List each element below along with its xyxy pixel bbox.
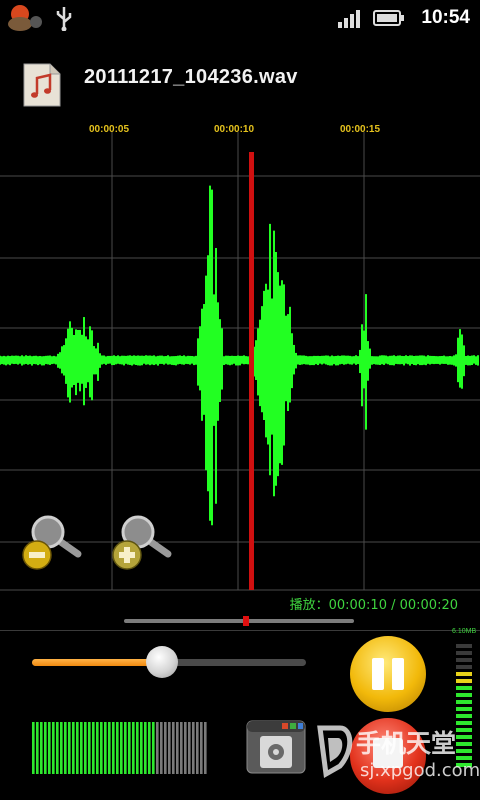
position-scrubber[interactable] xyxy=(124,619,354,623)
zoom-in-button[interactable] xyxy=(108,514,176,574)
divider xyxy=(0,630,480,631)
zoom-in-icon xyxy=(112,515,172,570)
save-button[interactable] xyxy=(246,720,306,774)
storage-size-label: 6.10MB xyxy=(452,628,477,635)
playhead-line[interactable] xyxy=(249,152,254,590)
usb-icon xyxy=(56,7,72,31)
file-name: 20111217_104236.wav xyxy=(84,66,298,88)
vu-meter xyxy=(456,644,472,767)
watermark-logo xyxy=(317,725,353,779)
signal-icon xyxy=(338,10,360,28)
volume-slider-thumb[interactable] xyxy=(146,646,178,678)
audio-level-meter xyxy=(32,722,207,774)
app-notification-icon xyxy=(8,5,42,31)
save-file-icon xyxy=(246,720,306,774)
watermark-url: sj.xpgod.com xyxy=(360,760,480,781)
status-clock: 10:54 xyxy=(421,7,470,28)
zoom-out-icon xyxy=(22,515,82,570)
pause-button[interactable] xyxy=(350,636,426,712)
zoom-out-button[interactable] xyxy=(18,514,86,574)
status-bar: 10:54 xyxy=(0,0,480,36)
waveform xyxy=(0,185,479,526)
battery-icon xyxy=(373,10,404,26)
watermark-text: 手机天堂 xyxy=(356,729,457,758)
music-file-icon xyxy=(23,63,61,107)
volume-slider-fill xyxy=(32,659,162,666)
playback-time-status: 播放：00:00:10 / 00:00:20 xyxy=(289,598,458,613)
position-marker[interactable] xyxy=(243,616,249,626)
